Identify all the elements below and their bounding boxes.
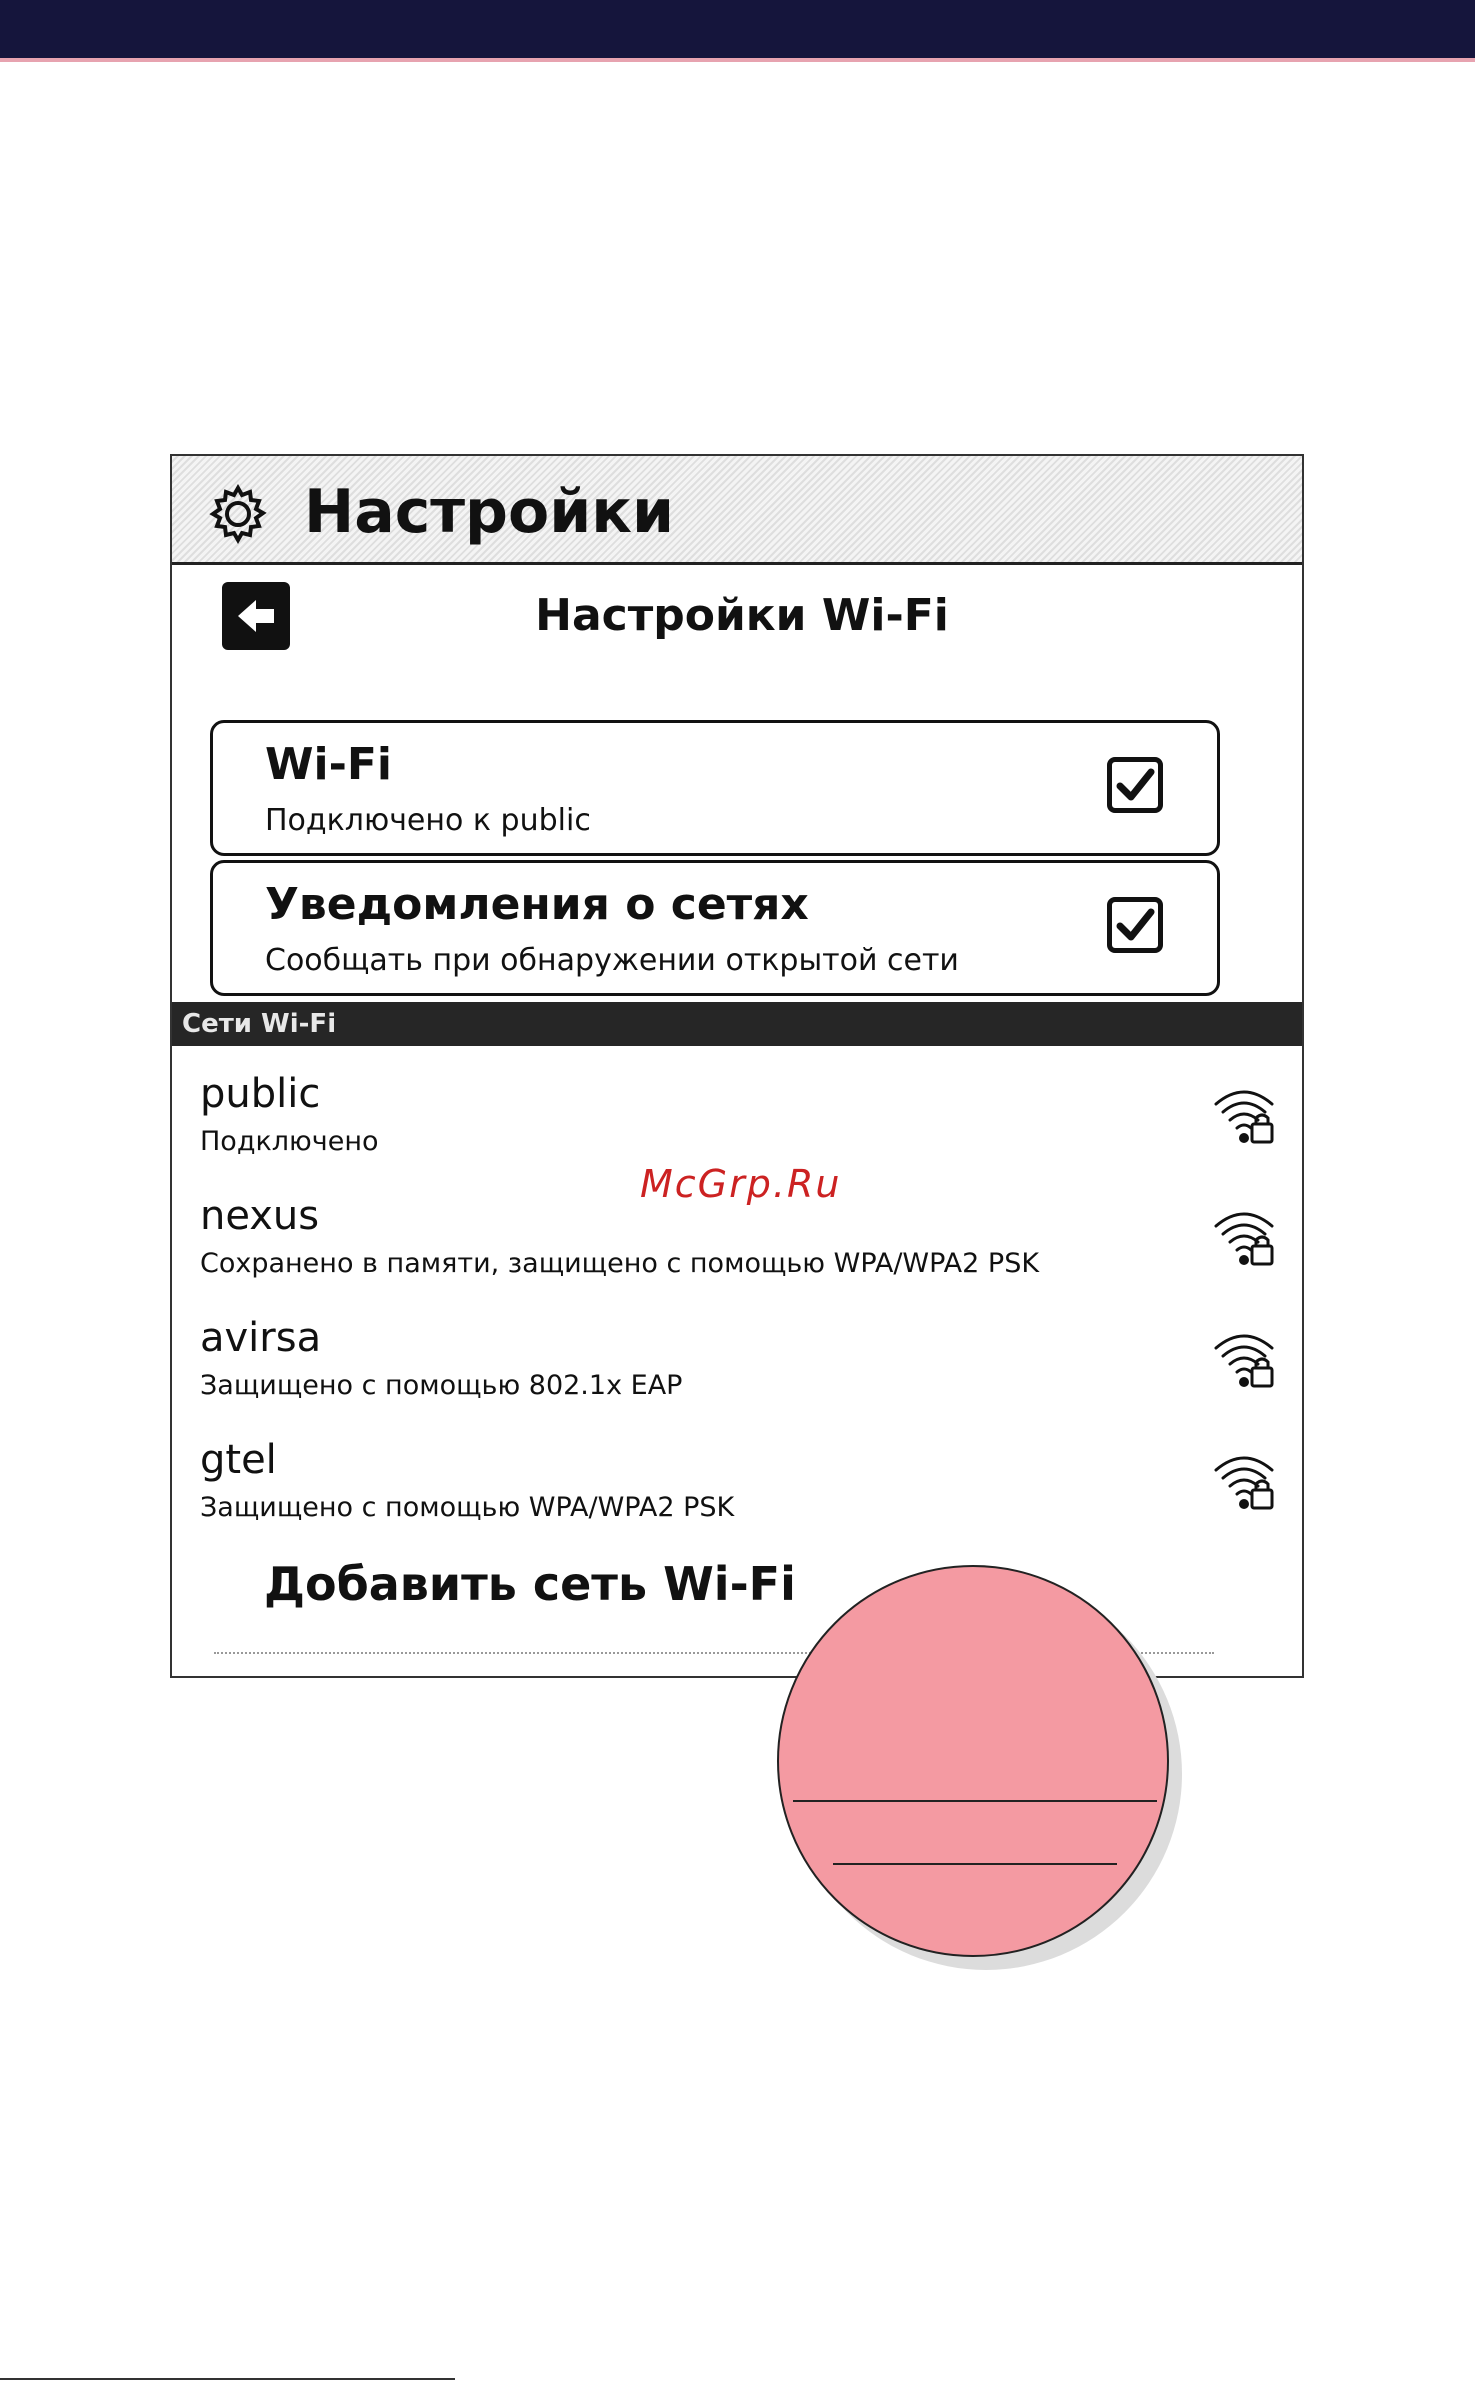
add-network-button[interactable]: Добавить сеть Wi-Fi <box>264 1554 796 1614</box>
network-status: Сохранено в памяти, защищено с помощью W… <box>200 1248 1040 1279</box>
device-screen: Настройки Настройки Wi-Fi Wi-Fi Подключе… <box>170 454 1304 1678</box>
wifi-lock-icon <box>1214 1212 1274 1266</box>
network-status: Защищено с помощью WPA/WPA2 PSK <box>200 1492 735 1523</box>
top-banner <box>0 0 1475 62</box>
wifi-toggle-row[interactable]: Wi-Fi Подключено к public <box>210 720 1220 856</box>
arrow-left-icon <box>238 600 274 632</box>
wifi-lock-icon <box>1214 1090 1274 1144</box>
networks-section-header: Сети Wi-Fi <box>172 1002 1302 1046</box>
network-status: Защищено с помощью 802.1x EAP <box>200 1370 683 1401</box>
network-name: gtel <box>200 1437 277 1483</box>
callout-line <box>833 1863 1117 1865</box>
network-item-avirsa[interactable]: avirsa Защищено с помощью 802.1x EAP <box>172 1312 1302 1422</box>
toggle-subtitle: Подключено к public <box>265 803 591 838</box>
network-name: nexus <box>200 1193 320 1239</box>
gear-icon <box>209 484 267 544</box>
callout-circle <box>777 1565 1169 1957</box>
page-title: Настройки Wi-Fi <box>535 590 949 641</box>
watermark: McGrp.Ru <box>640 1162 842 1206</box>
app-header: Настройки <box>172 456 1302 565</box>
back-button[interactable] <box>222 582 290 650</box>
toggle-title: Уведомления о сетях <box>265 879 809 930</box>
app-title: Настройки <box>304 477 675 547</box>
toggle-title: Wi-Fi <box>265 739 393 790</box>
footer-rule <box>0 2378 455 2380</box>
section-header-label: Сети Wi-Fi <box>182 1009 337 1039</box>
notifications-checkbox[interactable] <box>1107 897 1163 953</box>
toggle-subtitle: Сообщать при обнаружении открытой сети <box>265 943 959 978</box>
wifi-lock-icon <box>1214 1334 1274 1388</box>
network-notifications-row[interactable]: Уведомления о сетях Сообщать при обнаруж… <box>210 860 1220 996</box>
wifi-checkbox[interactable] <box>1107 757 1163 813</box>
callout-line <box>793 1800 1157 1802</box>
network-name: public <box>200 1071 321 1117</box>
network-name: avirsa <box>200 1315 322 1361</box>
wifi-lock-icon <box>1214 1456 1274 1510</box>
checkmark-icon <box>1116 768 1155 801</box>
checkmark-icon <box>1116 908 1155 941</box>
network-status: Подключено <box>200 1126 379 1157</box>
network-item-gtel[interactable]: gtel Защищено с помощью WPA/WPA2 PSK <box>172 1434 1302 1544</box>
